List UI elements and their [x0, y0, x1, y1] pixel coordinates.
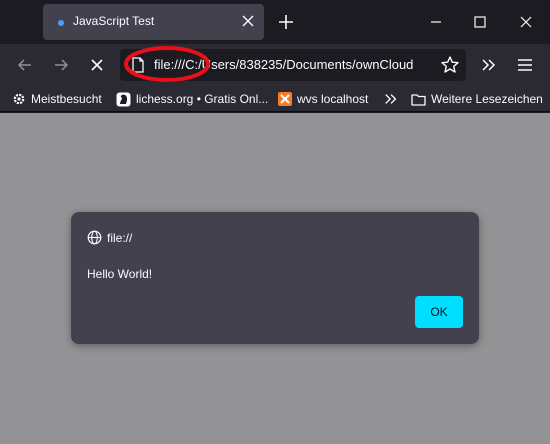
ok-button[interactable]: OK: [415, 296, 463, 328]
back-arrow-icon[interactable]: [16, 56, 34, 74]
bookmark-label: lichess.org • Gratis Onl...: [136, 92, 269, 106]
globe-icon: [87, 230, 102, 245]
bookmark-meistbesucht[interactable]: Meistbesucht: [12, 91, 102, 107]
red-annotation-circle: [124, 46, 210, 82]
gear-icon: [13, 93, 25, 105]
maximize-icon[interactable]: [472, 14, 488, 30]
nav-toolbar: file:///C:/Users/838235/Documents/ownClo…: [0, 44, 550, 86]
lichess-icon: [116, 92, 131, 106]
tab-javascript-test[interactable]: JavaScript Test: [43, 4, 264, 40]
folder-icon: [411, 93, 426, 106]
dialog-message: Hello World!: [87, 267, 153, 281]
bookmarks-toolbar: Meistbesucht lichess.org • Gratis Onl...…: [0, 86, 550, 112]
overflow-chevron-icon[interactable]: [480, 56, 498, 74]
bookmark-star-icon[interactable]: [440, 55, 460, 75]
bookmarks-overflow[interactable]: [383, 91, 404, 107]
stop-loading-icon[interactable]: [88, 56, 106, 74]
bookmark-lichess[interactable]: lichess.org • Gratis Onl...: [116, 91, 268, 107]
alert-dialog: file:// Hello World! OK: [71, 212, 479, 344]
minimize-icon[interactable]: [428, 14, 444, 30]
hamburger-menu-icon[interactable]: [516, 56, 534, 74]
bookmark-weitere-lesezeichen[interactable]: Weitere Lesezeichen: [411, 91, 543, 107]
window-close-icon[interactable]: [518, 14, 534, 30]
bookmark-label: Meistbesucht: [31, 92, 102, 106]
title-bar: JavaScript Test: [0, 0, 550, 44]
loading-dot-icon: [58, 20, 64, 26]
overflow-chevron-icon: [385, 94, 397, 104]
tab-title: JavaScript Test: [73, 14, 155, 28]
dialog-origin-text: file://: [107, 230, 133, 245]
bookmark-wvs-localhost[interactable]: wvs localhost: [278, 91, 368, 107]
forward-arrow-icon[interactable]: [52, 56, 70, 74]
bookmark-label: Weitere Lesezeichen: [431, 92, 543, 106]
bookmark-label: wvs localhost: [297, 92, 369, 106]
close-tab-icon[interactable]: [239, 12, 257, 30]
new-tab-icon[interactable]: [277, 13, 295, 31]
dialog-origin: file://: [87, 230, 132, 245]
xampp-icon: [278, 92, 292, 106]
